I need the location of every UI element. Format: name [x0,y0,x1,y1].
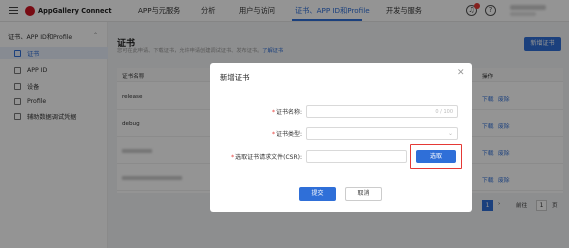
close-icon[interactable]: ✕ [457,68,465,78]
cert-name-label: *证书名称: [271,109,302,116]
new-certificate-dialog: 新增证书 ✕ *证书名称: 0 / 100 *证书类型: ⌄ *选取证书请求文件… [210,63,472,212]
highlight-box [410,144,462,169]
char-counter: 0 / 100 [435,109,453,115]
csr-file-label: *选取证书请求文件(CSR): [231,154,302,161]
cancel-button[interactable]: 取消 [345,187,382,201]
submit-button[interactable]: 提交 [299,187,336,201]
cert-name-input[interactable]: 0 / 100 [306,105,458,118]
csr-file-input[interactable] [306,150,407,163]
dialog-title: 新增证书 [220,73,250,82]
chevron-down-icon: ⌄ [447,130,453,137]
cert-type-label: *证书类型: [271,131,302,138]
cert-type-select[interactable]: ⌄ [306,127,458,140]
